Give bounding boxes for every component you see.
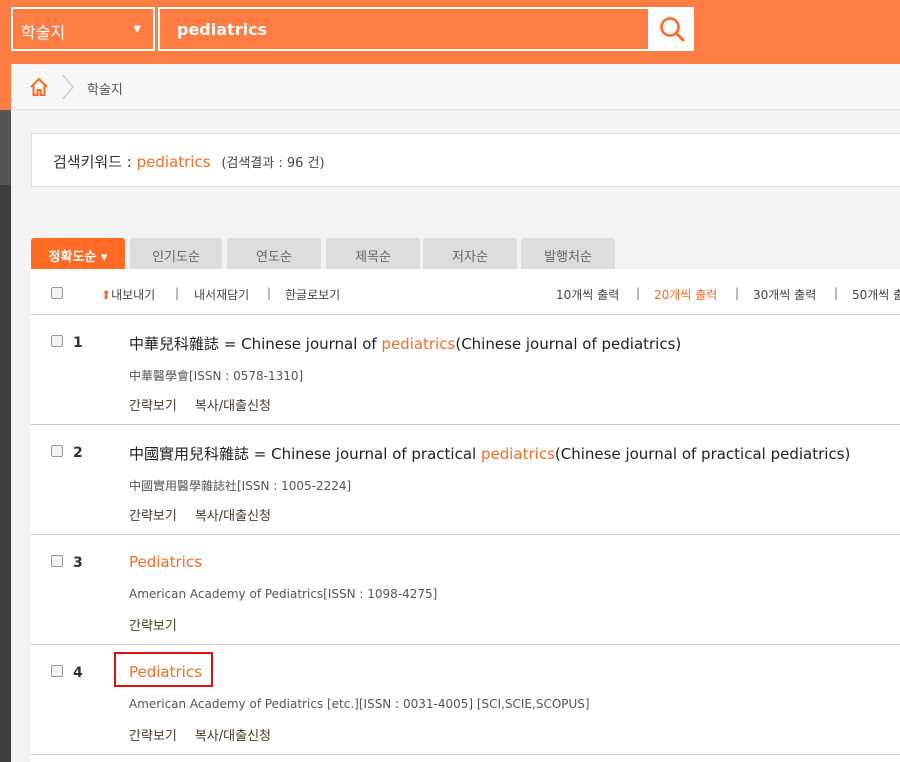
title-text: 中國實用兒科雜誌 = Chinese journal of practical (129, 445, 481, 463)
side-strip-shade-dark (0, 185, 11, 762)
brief-view-link[interactable]: 간략보기 (129, 729, 177, 744)
result-number: 1 (73, 335, 83, 351)
title-keyword: Pediatrics (129, 663, 202, 681)
result-links: 간략보기 복사/대출신청 (129, 505, 289, 524)
per-page-10[interactable]: 10개씩 출력 (556, 286, 619, 303)
search-input-value: pediatrics (177, 20, 268, 39)
keyword-label: 검색키워드 : (53, 153, 132, 171)
keyword-value: pediatrics (136, 153, 211, 171)
save-to-library-button[interactable]: 내서재담기 (194, 286, 249, 303)
result-title[interactable]: 中國實用兒科雜誌 = Chinese journal of practical … (129, 443, 850, 464)
result-links: 간략보기 (129, 615, 195, 634)
top-search-bar: 학술지 ▼ pediatrics (0, 0, 900, 64)
select-all-checkbox[interactable] (51, 287, 63, 299)
tab-title[interactable]: 제목순 (326, 238, 420, 269)
tab-accuracy[interactable]: 정확도순 ▾ (31, 238, 125, 269)
title-text-post: (Chinese journal of pediatrics) (455, 335, 682, 353)
result-number: 3 (73, 555, 83, 571)
chevron-right-icon (62, 74, 74, 100)
tab-year[interactable]: 연도순 (227, 238, 321, 269)
results-toolbar: ⬆내보내기 | 내서재담기 | 한글로보기 10개씩 출력 | 20개씩 출력 … (31, 269, 900, 315)
result-publisher: American Academy of Pediatrics [etc.][IS… (129, 697, 590, 711)
results-list: ⬆내보내기 | 내서재담기 | 한글로보기 10개씩 출력 | 20개씩 출력 … (31, 269, 900, 762)
brief-view-link[interactable]: 간략보기 (129, 399, 177, 414)
brief-view-link[interactable]: 간략보기 (129, 509, 177, 524)
result-number: 4 (73, 665, 83, 681)
result-number: 2 (73, 445, 83, 461)
toolbar-separator: | (267, 286, 272, 300)
per-page-50[interactable]: 50개씩 출 (852, 286, 900, 303)
result-count: (검색결과 : 96 건) (221, 156, 325, 171)
title-keyword: Pediatrics (129, 553, 202, 571)
toolbar-separator: | (175, 286, 180, 300)
per-page-20[interactable]: 20개씩 출력 (654, 286, 717, 303)
dropdown-arrow-icon: ▼ (133, 24, 141, 35)
result-title[interactable]: Pediatrics (129, 663, 202, 681)
left-side-strip (0, 64, 11, 762)
result-checkbox[interactable] (51, 335, 63, 347)
result-item: 4 Pediatrics American Academy of Pediatr… (31, 645, 900, 755)
result-item: 1 中華兒科雜誌 = Chinese journal of pediatrics… (31, 315, 900, 425)
result-checkbox[interactable] (51, 555, 63, 567)
result-item: 2 中國實用兒科雜誌 = Chinese journal of practica… (31, 425, 900, 535)
breadcrumb: 학술지 (11, 64, 900, 110)
breadcrumb-current: 학술지 (87, 83, 123, 98)
result-checkbox[interactable] (51, 445, 63, 457)
copy-loan-request-link[interactable]: 복사/대출신청 (195, 509, 271, 524)
per-page-30[interactable]: 30개씩 출력 (753, 286, 816, 303)
toolbar-separator: | (735, 286, 740, 300)
title-text: 中華兒科雜誌 = Chinese journal of (129, 335, 382, 353)
side-strip-shade (0, 110, 11, 185)
copy-loan-request-link[interactable]: 복사/대출신청 (195, 399, 271, 414)
title-keyword: pediatrics (480, 445, 555, 463)
search-keyword-box: 검색키워드 : pediatrics (검색결과 : 96 건) (31, 133, 900, 187)
search-input[interactable]: pediatrics (158, 7, 650, 51)
copy-loan-request-link[interactable]: 복사/대출신청 (195, 729, 271, 744)
result-title[interactable]: Pediatrics (129, 553, 202, 571)
title-text-post: (Chinese journal of practical pediatrics… (554, 445, 851, 463)
result-links: 간략보기 복사/대출신청 (129, 395, 289, 414)
result-publisher: American Academy of Pediatrics[ISSN : 10… (129, 587, 438, 601)
export-button[interactable]: ⬆내보내기 (101, 286, 155, 303)
korean-view-button[interactable]: 한글로보기 (285, 286, 340, 303)
result-links: 간략보기 복사/대출신청 (129, 725, 289, 744)
category-select[interactable]: 학술지 ▼ (11, 7, 155, 51)
home-icon[interactable] (29, 77, 49, 97)
result-item: 3 Pediatrics American Academy of Pediatr… (31, 535, 900, 645)
search-icon (660, 17, 685, 42)
title-keyword: pediatrics (381, 335, 456, 353)
result-publisher: 中國實用醫學雜誌社[ISSN : 1005-2224] (129, 479, 352, 493)
tab-author[interactable]: 저자순 (423, 238, 517, 269)
category-select-value: 학술지 (21, 23, 66, 42)
result-checkbox[interactable] (51, 665, 63, 677)
tab-popularity[interactable]: 인기도순 (130, 238, 222, 269)
toolbar-separator: | (834, 286, 839, 300)
tab-publisher[interactable]: 발행처순 (521, 238, 615, 269)
brief-view-link[interactable]: 간략보기 (129, 619, 177, 634)
search-button[interactable] (650, 7, 694, 51)
result-publisher: 中華醫學會[ISSN : 0578-1310] (129, 369, 304, 383)
upload-icon: ⬆ (101, 288, 112, 302)
export-label: 내보내기 (111, 288, 156, 302)
result-title[interactable]: 中華兒科雜誌 = Chinese journal of pediatrics(C… (129, 333, 681, 354)
toolbar-separator: | (636, 286, 641, 300)
